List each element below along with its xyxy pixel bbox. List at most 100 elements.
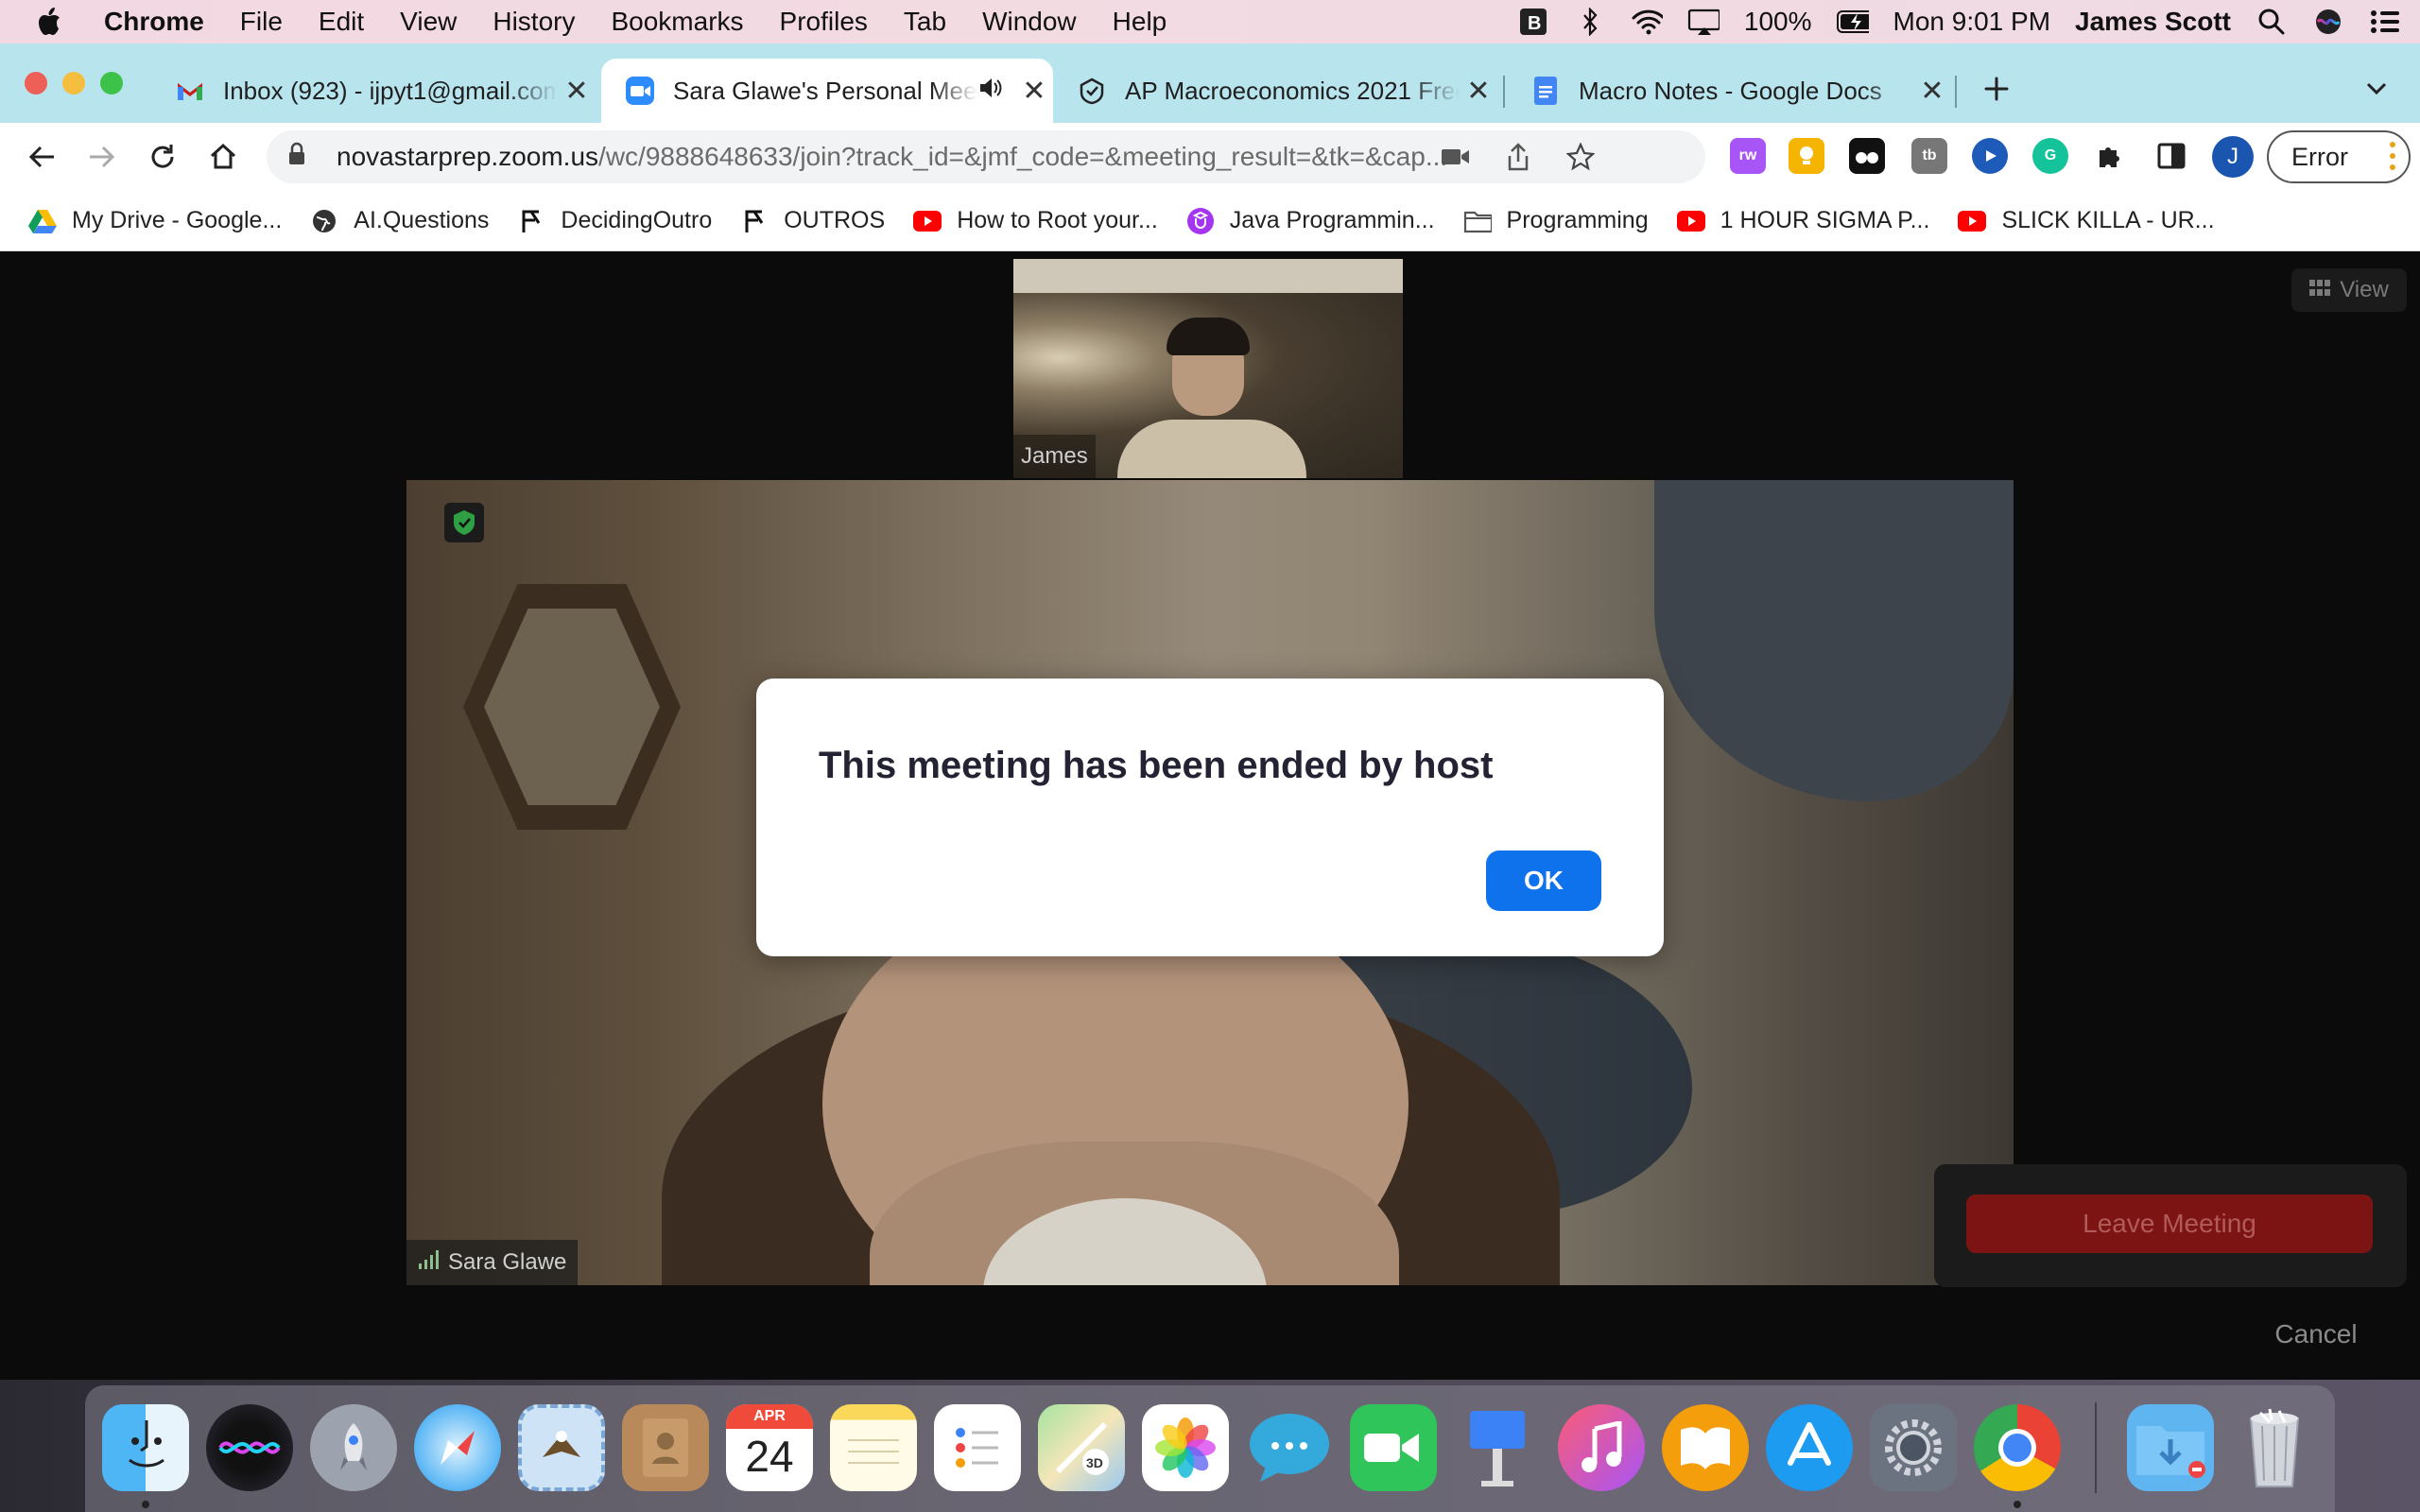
speaker-audio-icon[interactable] bbox=[977, 77, 1006, 106]
bookmark-item[interactable]: My Drive - Google... bbox=[28, 207, 282, 235]
tampermonkey-extension-icon[interactable] bbox=[1849, 138, 1885, 174]
url-text[interactable]: novastarprep.zoom.us/wc/9888648633/join?… bbox=[337, 142, 1504, 172]
siri-icon[interactable] bbox=[2312, 6, 2344, 38]
bookmark-star-icon[interactable] bbox=[1560, 136, 1601, 178]
tab-search-chevron-down-icon[interactable] bbox=[2356, 68, 2397, 110]
contacts-book-icon[interactable] bbox=[622, 1404, 709, 1491]
back-button[interactable] bbox=[21, 136, 62, 178]
photos-icon[interactable] bbox=[1142, 1404, 1229, 1491]
google-docs-icon bbox=[1531, 77, 1560, 105]
search-icon[interactable] bbox=[2256, 6, 2288, 38]
menu-file[interactable]: File bbox=[240, 7, 283, 37]
ok-button[interactable]: OK bbox=[1486, 850, 1601, 911]
airplay-icon[interactable] bbox=[1687, 6, 1720, 38]
error-button[interactable]: Error bbox=[2267, 130, 2411, 183]
google-drive-icon bbox=[28, 207, 57, 235]
side-panel-icon[interactable] bbox=[2153, 138, 2189, 174]
menu-tab[interactable]: Tab bbox=[904, 7, 946, 37]
cancel-button[interactable]: Cancel bbox=[2250, 1314, 2382, 1355]
mail-stamp-icon[interactable] bbox=[518, 1404, 605, 1491]
bookmark-item[interactable]: How to Root your... bbox=[913, 207, 1158, 235]
chrome-tab-strip: Inbox (923) - ijpyt1@gmail.com ✕ Sara Gl… bbox=[0, 43, 2420, 123]
bookmark-item[interactable]: Java Programmin... bbox=[1186, 207, 1435, 235]
launchpad-rocket-icon[interactable] bbox=[310, 1404, 397, 1491]
share-icon[interactable] bbox=[1497, 136, 1539, 178]
battery-charging-icon[interactable] bbox=[1836, 6, 1869, 38]
encryption-shield-icon[interactable] bbox=[444, 503, 484, 542]
kebab-menu-icon[interactable] bbox=[2390, 142, 2395, 170]
tab-close-icon[interactable]: ✕ bbox=[1460, 75, 1497, 108]
lock-icon[interactable] bbox=[287, 142, 316, 173]
tab-close-icon[interactable]: ✕ bbox=[558, 75, 596, 108]
app-store-icon[interactable] bbox=[1766, 1404, 1853, 1491]
safari-compass-icon[interactable] bbox=[414, 1404, 501, 1491]
bookmark-item[interactable]: AI.Questions bbox=[310, 207, 489, 235]
reload-button[interactable] bbox=[142, 136, 183, 178]
window-minimize-button[interactable] bbox=[62, 72, 85, 94]
menu-help[interactable]: Help bbox=[1113, 7, 1167, 37]
bear-app-icon[interactable]: B bbox=[1517, 6, 1549, 38]
tab-ap-macro[interactable]: AP Macroeconomics 2021 Free-Response ✕ bbox=[1053, 59, 1497, 123]
tab-zoom-meeting[interactable]: Sara Glawe's Personal Meeting Room ✕ bbox=[601, 59, 1053, 123]
keep-extension-icon[interactable] bbox=[1789, 138, 1824, 174]
window-close-button[interactable] bbox=[25, 72, 47, 94]
bookmarks-bar: My Drive - Google... AI.Questions Decidi… bbox=[0, 191, 2420, 251]
trash-icon[interactable] bbox=[2231, 1404, 2318, 1491]
apple-logo-icon[interactable] bbox=[34, 6, 72, 38]
menu-edit[interactable]: Edit bbox=[319, 7, 364, 37]
google-chrome-icon[interactable] bbox=[1974, 1404, 2061, 1491]
siri-icon[interactable] bbox=[206, 1404, 293, 1491]
messages-icon[interactable] bbox=[1246, 1404, 1333, 1491]
macos-dock: APR 24 3D bbox=[85, 1385, 2335, 1512]
tab-close-icon[interactable]: ✕ bbox=[1015, 75, 1053, 108]
control-center-icon[interactable] bbox=[2369, 6, 2401, 38]
menubar-clock[interactable]: Mon 9:01 PM bbox=[1893, 7, 2051, 37]
camera-in-use-icon[interactable] bbox=[1435, 136, 1477, 178]
bookmark-item[interactable]: Programming bbox=[1463, 207, 1649, 235]
menubar-user[interactable]: James Scott bbox=[2075, 7, 2231, 37]
reminders-icon[interactable] bbox=[934, 1404, 1021, 1491]
new-tab-button[interactable] bbox=[1976, 68, 2017, 110]
gmail-icon bbox=[176, 77, 204, 105]
view-layout-button[interactable]: View bbox=[2291, 268, 2407, 312]
profile-avatar[interactable]: J bbox=[2212, 136, 2254, 178]
notes-icon[interactable] bbox=[830, 1404, 917, 1491]
tb-extension-icon[interactable]: tb bbox=[1911, 138, 1947, 174]
books-icon[interactable] bbox=[1662, 1404, 1749, 1491]
facetime-icon[interactable] bbox=[1350, 1404, 1437, 1491]
bookmark-item[interactable]: 1 HOUR SIGMA P... bbox=[1676, 207, 1929, 235]
home-button[interactable] bbox=[202, 136, 244, 178]
leave-meeting-button[interactable]: Leave Meeting bbox=[1966, 1194, 2373, 1253]
window-zoom-button[interactable] bbox=[100, 72, 123, 94]
menu-app-name[interactable]: Chrome bbox=[104, 7, 204, 37]
maps-icon[interactable]: 3D bbox=[1038, 1404, 1125, 1491]
bookmark-item[interactable]: OUTROS bbox=[740, 207, 885, 235]
screencast-extension-icon[interactable] bbox=[1972, 138, 2008, 174]
downloads-folder-icon[interactable] bbox=[2127, 1404, 2214, 1491]
menu-view[interactable]: View bbox=[400, 7, 457, 37]
tab-gmail[interactable]: Inbox (923) - ijpyt1@gmail.com ✕ bbox=[151, 59, 596, 123]
svg-text:B: B bbox=[1528, 13, 1541, 34]
bookmark-item[interactable]: SLICK KILLA - UR... bbox=[1958, 207, 2215, 235]
menu-profiles[interactable]: Profiles bbox=[780, 7, 868, 37]
itunes-music-icon[interactable] bbox=[1558, 1404, 1645, 1491]
self-video-tile[interactable]: James bbox=[1013, 259, 1403, 478]
wifi-icon[interactable] bbox=[1631, 6, 1663, 38]
calendar-icon[interactable]: APR 24 bbox=[726, 1404, 813, 1491]
bookmark-item[interactable]: DecidingOutro bbox=[517, 207, 712, 235]
finder-icon[interactable] bbox=[102, 1404, 189, 1491]
address-bar[interactable]: novastarprep.zoom.us/wc/9888648633/join?… bbox=[267, 130, 1705, 183]
extensions-puzzle-icon[interactable] bbox=[2093, 138, 2129, 174]
system-preferences-gear-icon[interactable] bbox=[1870, 1404, 1957, 1491]
tab-close-icon[interactable]: ✕ bbox=[1913, 75, 1951, 108]
bluetooth-icon[interactable] bbox=[1574, 6, 1606, 38]
forward-button[interactable] bbox=[81, 136, 123, 178]
tab-google-docs[interactable]: Macro Notes - Google Docs ✕ bbox=[1507, 59, 1951, 123]
menu-window[interactable]: Window bbox=[982, 7, 1077, 37]
menu-history[interactable]: History bbox=[493, 7, 575, 37]
puzzle-rw-extension-icon[interactable]: rw bbox=[1730, 138, 1766, 174]
signal-strength-icon bbox=[418, 1249, 441, 1277]
menu-bookmarks[interactable]: Bookmarks bbox=[611, 7, 743, 37]
grammarly-extension-icon[interactable]: G bbox=[2032, 138, 2068, 174]
keynote-icon[interactable] bbox=[1454, 1404, 1541, 1491]
